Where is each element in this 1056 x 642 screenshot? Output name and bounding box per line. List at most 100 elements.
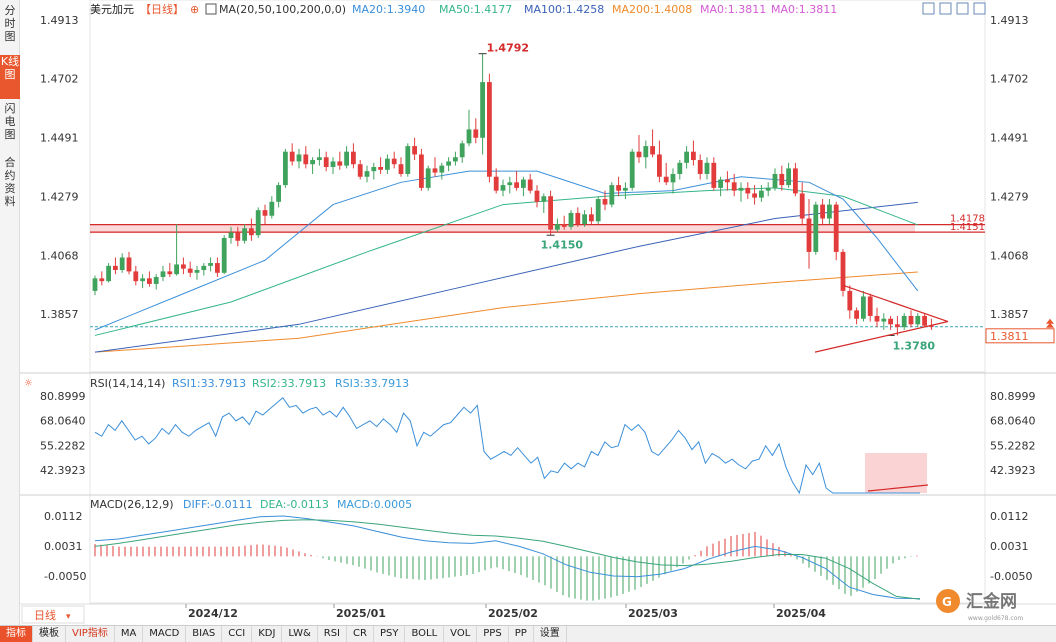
candle (412, 137, 417, 161)
macd-tick-right: -0.0050 (990, 570, 1032, 583)
candle-body (813, 204, 819, 252)
candle (187, 261, 193, 277)
settings-icon[interactable]: ⊕ (190, 3, 199, 16)
candle-body (439, 165, 445, 173)
candle (867, 293, 873, 322)
candle-body (861, 296, 866, 319)
candle (303, 146, 309, 169)
toolbar-item-3[interactable]: MA (115, 626, 144, 642)
toolbar-item-4[interactable]: MACD (143, 626, 187, 642)
candlesticks (92, 53, 934, 336)
candle-body (731, 182, 737, 191)
rsi-panel-frame (89, 372, 986, 496)
price-tick-left: 1.4491 (40, 131, 79, 144)
candle-body (867, 296, 873, 316)
price-tick-left: 1.4702 (40, 73, 79, 86)
toolbar-item-2[interactable]: VIP指标 (66, 626, 115, 642)
candle (779, 165, 785, 191)
candle-body (364, 171, 370, 177)
price-tick-right: 1.4491 (990, 131, 1029, 144)
candle-body (568, 212, 574, 227)
toolbar-item-6[interactable]: CCI (222, 626, 253, 642)
candle-body (208, 263, 213, 266)
rsi-settings-icon[interactable]: ☼ (24, 378, 33, 389)
candle-body (398, 164, 404, 174)
candle (827, 199, 832, 225)
toolbar-item-11[interactable]: PSY (374, 626, 406, 642)
candle (160, 265, 166, 282)
candle-body (670, 173, 676, 183)
collapse-icon[interactable] (939, 2, 952, 15)
candle (473, 118, 479, 144)
toolbar-item-1[interactable]: 模板 (33, 626, 66, 642)
candle (772, 168, 778, 191)
candle-body (255, 210, 261, 236)
toolbar-item-12[interactable]: BOLL (405, 626, 445, 642)
candle-body (779, 173, 785, 186)
candle-body (466, 129, 472, 144)
candle (133, 265, 139, 286)
candle-body (419, 154, 424, 188)
toolbar-item-16[interactable]: 设置 (534, 626, 567, 642)
price-tick-left: 1.4068 (40, 249, 79, 262)
candle-body (616, 185, 621, 191)
candle-body (595, 199, 601, 222)
candle-body (643, 146, 649, 158)
date-label: 2025/03 (628, 607, 678, 620)
candle-body (752, 193, 757, 198)
candle-body (534, 190, 540, 202)
toolbar-item-9[interactable]: RSI (318, 626, 348, 642)
toolbar-item-14[interactable]: PPS (477, 626, 509, 642)
candle (99, 271, 105, 286)
toolbar-item-7[interactable]: KDJ (252, 626, 283, 642)
date-axis: 2024/12 2025/01 2025/02 2025/03 2025/04 (185, 604, 826, 620)
candle-body (677, 162, 683, 174)
candle (915, 313, 921, 328)
ma0-value-a: MA0:1.3811 (700, 3, 766, 16)
current-price-label: 1.3811 (990, 330, 1029, 343)
candle-body (650, 146, 655, 155)
candle (677, 160, 683, 180)
toolbar-item-8[interactable]: LW& (282, 626, 318, 642)
candle-body (527, 179, 533, 191)
candle-body (609, 185, 615, 205)
zoom-out-icon[interactable] (973, 2, 986, 15)
toolbar-item-5[interactable]: BIAS (186, 626, 223, 642)
candle-body (541, 196, 547, 202)
indicator-icon[interactable] (205, 3, 217, 15)
candle (425, 165, 431, 191)
toolbar-item-0[interactable]: 指标 (0, 626, 33, 642)
candle-body (473, 129, 479, 138)
candle-body (303, 154, 309, 165)
candle-body (922, 315, 927, 326)
toolbar-item-15[interactable]: PP (509, 626, 534, 642)
candle (806, 199, 812, 269)
candle-body (820, 204, 825, 219)
candle (711, 157, 717, 191)
candle-body (881, 318, 887, 322)
candle-body (432, 168, 438, 173)
expand-icon[interactable] (922, 2, 935, 15)
candle (657, 140, 662, 183)
candle (521, 176, 526, 197)
candle (323, 151, 329, 172)
candle-body (806, 218, 812, 252)
price-tick-right: 1.4068 (990, 249, 1029, 262)
candle (119, 253, 125, 273)
candle (718, 176, 723, 197)
toolbar-item-10[interactable]: CR (347, 626, 374, 642)
symbol-label: 美元加元 (90, 3, 134, 16)
toolbar-item-13[interactable]: VOL (444, 626, 478, 642)
candle (357, 160, 363, 180)
candle-body (827, 204, 832, 219)
candle-body (718, 179, 723, 188)
candle (283, 148, 288, 188)
dropdown-icon[interactable]: ▾ (66, 612, 71, 622)
candle-body (691, 151, 696, 161)
zoom-in-icon[interactable] (956, 2, 969, 15)
candle-body (119, 257, 125, 271)
candle (432, 157, 438, 177)
candle (337, 151, 343, 170)
macd-tick-left: 0.0112 (44, 510, 83, 523)
macd-histogram (94, 531, 918, 601)
